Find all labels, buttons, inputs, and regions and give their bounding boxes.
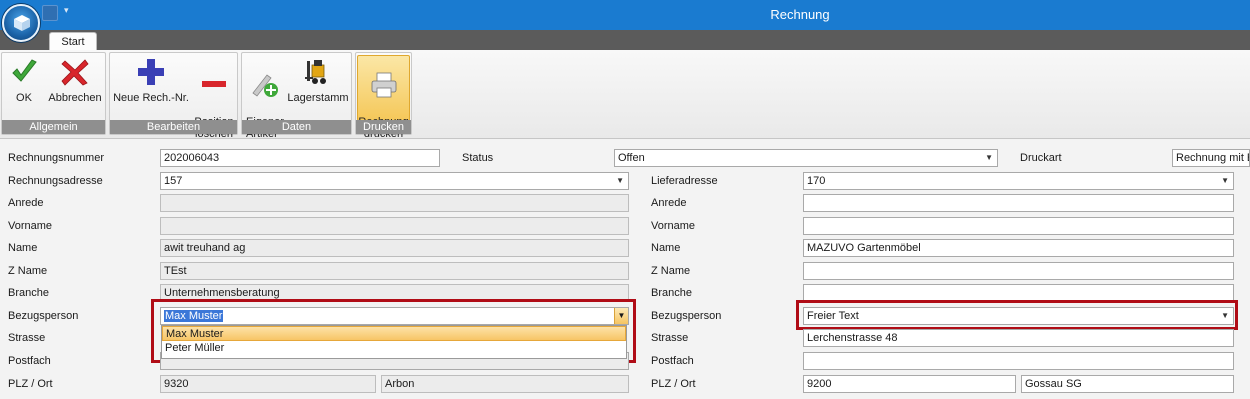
ribbon-group-daten: Eigener Artikel Lagerstamm Daten — [241, 52, 352, 140]
window-title: Rechnung — [770, 7, 830, 22]
rechnungsnummer-label: Rechnungsnummer — [8, 152, 104, 164]
chevron-down-icon: ▼ — [1221, 176, 1229, 185]
position-loeschen-button[interactable]: Position löschen — [192, 55, 236, 152]
zname-field: TEst — [160, 262, 629, 280]
zname-label: Z Name — [8, 265, 48, 277]
add-article-icon — [252, 74, 278, 97]
name-field: awit treuhand ag — [160, 239, 629, 257]
lieferadresse-select[interactable]: 170 ▼ — [803, 172, 1234, 190]
rechnungsnummer-field[interactable]: 202006043 — [160, 149, 440, 167]
ort-field-right[interactable]: Gossau SG — [1021, 375, 1234, 393]
postfach-label-right: Postfach — [651, 355, 694, 367]
ribbon: OK Abbrechen Allgemein Neue Rech.-Nr. Po… — [0, 50, 1250, 140]
group-label-allgemein: Allgemein — [2, 120, 105, 134]
printer-icon — [371, 72, 396, 98]
bezugsperson-label-right: Bezugsperson — [651, 310, 722, 322]
group-label-bearbeiten: Bearbeiten — [110, 120, 237, 134]
anrede-label-right: Anrede — [651, 197, 687, 209]
rechnungsadresse-select[interactable]: 157 ▼ — [160, 172, 629, 190]
druckart-select[interactable]: Rechnung mit E — [1172, 149, 1250, 167]
postfach-label: Postfach — [8, 355, 51, 367]
strasse-label-right: Strasse — [651, 332, 689, 344]
rechnungsadresse-value: 157 — [164, 175, 183, 187]
ribbon-group-bearbeiten: Neue Rech.-Nr. Position löschen Bearbeit… — [109, 52, 238, 140]
bezugsperson-label: Bezugsperson — [8, 310, 79, 322]
abbrechen-label: Abbrechen — [48, 92, 102, 104]
branche-label: Branche — [8, 287, 49, 299]
zname-label-right: Z Name — [651, 265, 691, 277]
highlight-annotation — [796, 300, 1238, 330]
dropdown-option[interactable]: Peter Müller — [162, 341, 626, 356]
ribbon-group-drucken: Rechnung drucken Drucken — [355, 52, 412, 140]
vorname-label: Vorname — [8, 220, 53, 232]
anrede-field — [160, 194, 629, 212]
group-label-drucken: Drucken — [356, 120, 411, 134]
checkmark-icon — [12, 59, 37, 82]
lieferadresse-label: Lieferadresse — [651, 175, 718, 187]
vorname-field-right[interactable] — [803, 217, 1234, 235]
lagerstamm-label: Lagerstamm — [287, 92, 349, 104]
postfach-field-right[interactable] — [803, 352, 1234, 370]
plz-ort-label: PLZ / Ort — [8, 378, 53, 390]
eigener-artikel-button[interactable]: Eigener Artikel — [244, 55, 284, 152]
chevron-down-icon: ▼ — [985, 153, 993, 162]
red-x-icon — [61, 59, 89, 86]
abbrechen-button[interactable]: Abbrechen — [46, 55, 104, 104]
neue-rech-nr-label: Neue Rech.-Nr. — [113, 92, 189, 104]
minus-icon — [202, 81, 226, 87]
name-label-right: Name — [651, 242, 681, 254]
ribbon-tab-strip: Start — [0, 30, 1250, 51]
strasse-label: Strasse — [8, 332, 46, 344]
name-field-right[interactable]: MAZUVO Gartenmöbel — [803, 239, 1234, 257]
rechnungsadresse-label: Rechnungsadresse — [8, 175, 103, 187]
chevron-down-icon: ▼ — [616, 176, 624, 185]
status-select[interactable]: Offen ▼ — [614, 149, 998, 167]
plz-field-right[interactable]: 9200 — [803, 375, 1016, 393]
forklift-icon — [305, 60, 326, 84]
group-label-daten: Daten — [242, 120, 351, 134]
anrede-label: Anrede — [8, 197, 44, 209]
ok-label: OK — [16, 92, 32, 104]
ribbon-group-allgemein: OK Abbrechen Allgemein — [1, 52, 106, 135]
status-label: Status — [462, 152, 494, 164]
anrede-field-right[interactable] — [803, 194, 1234, 212]
plz-ort-label-right: PLZ / Ort — [651, 378, 696, 390]
ok-button[interactable]: OK — [5, 55, 43, 104]
bezugsperson-dropdown-list: Max Muster Peter Müller — [161, 325, 627, 359]
branche-label-right: Branche — [651, 287, 692, 299]
dropdown-option[interactable]: Max Muster — [162, 326, 626, 341]
status-value: Offen — [618, 152, 645, 164]
lagerstamm-button[interactable]: Lagerstamm — [286, 55, 350, 104]
lieferadresse-value: 170 — [807, 175, 826, 187]
application-menu-button[interactable] — [2, 4, 40, 42]
plus-icon — [138, 59, 164, 85]
neue-rech-nr-button[interactable]: Neue Rech.-Nr. — [112, 55, 190, 104]
vorname-field — [160, 217, 629, 235]
vorname-label-right: Vorname — [651, 220, 696, 232]
ort-field: Arbon — [381, 375, 629, 393]
rechnung-drucken-button[interactable]: Rechnung drucken — [357, 55, 410, 140]
name-label: Name — [8, 242, 38, 254]
title-bar: ▾ Rechnung — [0, 0, 1250, 30]
tab-start[interactable]: Start — [49, 32, 97, 51]
plz-field: 9320 — [160, 375, 376, 393]
strasse-field-right[interactable]: Lerchenstrasse 48 — [803, 329, 1234, 347]
druckart-label: Druckart — [1020, 152, 1062, 164]
zname-field-right[interactable] — [803, 262, 1234, 280]
cube-icon — [14, 15, 30, 31]
